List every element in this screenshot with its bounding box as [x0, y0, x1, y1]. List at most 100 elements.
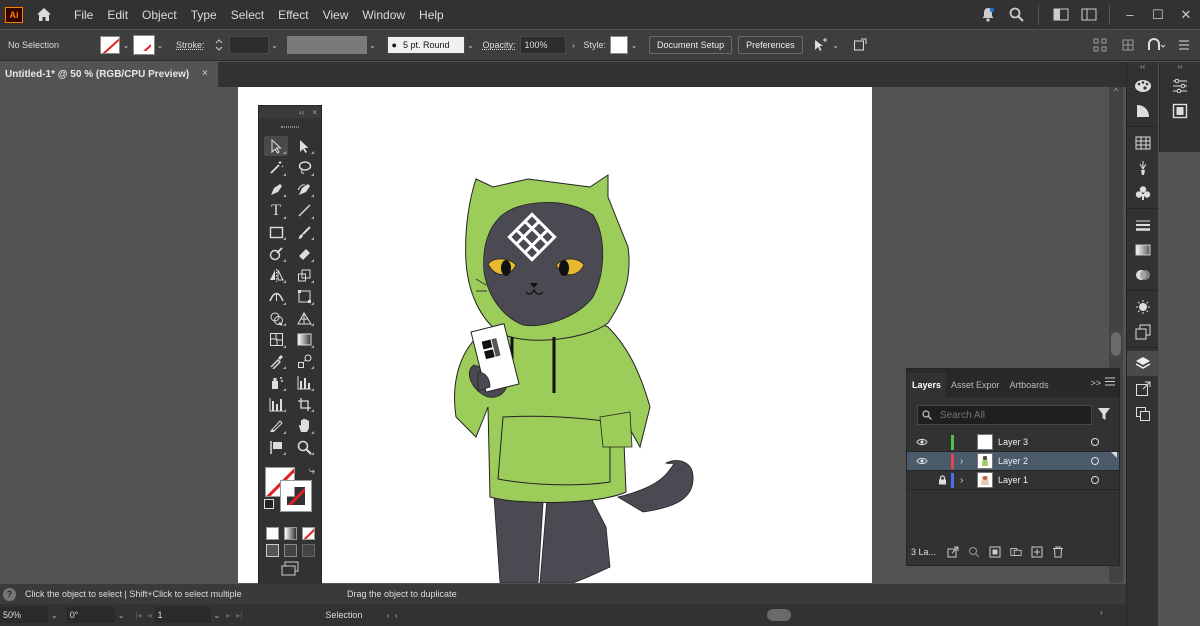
curvature-tool-icon[interactable]	[292, 179, 316, 199]
appearance-icon[interactable]	[1127, 294, 1159, 319]
direct-selection-tool-icon[interactable]	[292, 136, 316, 156]
layers-search[interactable]	[917, 405, 1092, 425]
chevron-down-icon[interactable]: ⌄	[154, 36, 166, 54]
chevron-down-icon[interactable]: ⌄	[367, 36, 379, 54]
notifications-icon[interactable]	[977, 4, 999, 26]
delete-layer-icon[interactable]	[1052, 546, 1064, 558]
graph-tool-icon[interactable]	[264, 394, 288, 414]
draw-normal-icon[interactable]	[265, 543, 279, 557]
default-fill-stroke-icon[interactable]	[264, 498, 274, 509]
menu-view[interactable]: View	[316, 8, 356, 22]
edit-artboards-icon[interactable]	[850, 36, 870, 54]
asset-export-icon[interactable]	[1127, 376, 1159, 401]
chevron-down-icon[interactable]: ⌄	[628, 36, 640, 54]
draw-inside-icon[interactable]	[301, 543, 315, 557]
chevron-right-icon[interactable]: ›	[386, 611, 389, 620]
puppet-warp-icon[interactable]	[1146, 36, 1166, 54]
filter-icon[interactable]	[1097, 407, 1111, 421]
symbol-sprayer-tool-icon[interactable]	[264, 373, 288, 393]
artboard[interactable]	[238, 87, 872, 584]
layer-name[interactable]: Layer 1	[998, 475, 1028, 485]
transparency-icon[interactable]	[1127, 262, 1159, 287]
collapse-dock-icon[interactable]: ‹‹	[1160, 62, 1200, 73]
menu-window[interactable]: Window	[355, 8, 412, 22]
color-palette-icon[interactable]	[1127, 73, 1159, 98]
minimize-button[interactable]: –	[1116, 4, 1144, 26]
layer-row-layer-1[interactable]: › Layer 1	[907, 471, 1119, 490]
swatches-icon[interactable]	[1127, 130, 1159, 155]
visibility-eye-icon[interactable]	[915, 457, 929, 465]
search-icon[interactable]	[1005, 4, 1027, 26]
panel-menu-icon[interactable]	[1174, 36, 1194, 54]
pen-tool-icon[interactable]	[264, 179, 288, 199]
first-artboard-icon[interactable]: |◂	[135, 611, 141, 620]
chevron-down-icon[interactable]: ⌄	[118, 611, 125, 620]
brush-definition[interactable]: ● 5 pt. Round	[386, 36, 465, 54]
panel-menu-icon[interactable]	[1105, 377, 1115, 389]
home-icon[interactable]	[35, 6, 53, 24]
draw-behind-icon[interactable]	[283, 543, 297, 557]
align-grid-icon[interactable]	[1118, 36, 1138, 54]
document-setup-button[interactable]: Document Setup	[649, 36, 733, 54]
scale-tool-icon[interactable]	[292, 265, 316, 285]
graphic-styles-icon[interactable]	[1127, 319, 1159, 344]
maximize-button[interactable]: ☐	[1144, 4, 1172, 26]
artboard-tool-icon[interactable]	[292, 394, 316, 414]
next-artboard-icon[interactable]: ▸	[226, 611, 230, 620]
free-transform-tool-icon[interactable]	[292, 287, 316, 307]
panel-grip[interactable]	[259, 118, 321, 136]
layers-search-input[interactable]	[940, 409, 1080, 421]
clipping-mask-icon[interactable]	[989, 546, 1001, 558]
chevron-down-icon[interactable]: ⌄	[269, 36, 281, 54]
properties-icon[interactable]	[1160, 73, 1200, 98]
close-window-button[interactable]: ✕	[1172, 4, 1200, 26]
gradient-mode-button[interactable]	[283, 526, 297, 540]
tab-asset-export[interactable]: Asset Expor	[946, 373, 1005, 397]
hand-tool-icon[interactable]	[292, 416, 316, 436]
stroke-color-box[interactable]	[280, 479, 312, 512]
help-icon[interactable]: ?	[3, 587, 16, 601]
previous-artboard-icon[interactable]: ◂	[148, 611, 152, 620]
layer-row-layer-2[interactable]: › Layer 2	[907, 452, 1119, 471]
print-tiling-tool-icon[interactable]	[264, 437, 288, 457]
shape-builder-tool-icon[interactable]	[264, 308, 288, 328]
brushes-icon[interactable]	[1127, 155, 1159, 180]
collapse-panel-icon[interactable]: ‹‹	[299, 108, 304, 117]
gradient-tool-icon[interactable]	[292, 330, 316, 350]
menu-type[interactable]: Type	[184, 8, 224, 22]
target-circle-icon[interactable]	[1091, 476, 1099, 484]
new-layer-icon[interactable]	[1031, 546, 1043, 558]
chevron-down-icon[interactable]: ⌄	[465, 36, 477, 54]
selection-tool-icon[interactable]	[264, 136, 288, 156]
stroke-swatch[interactable]	[133, 35, 155, 55]
horizontal-scroll-thumb[interactable]	[767, 609, 791, 621]
paintbrush-tool-icon[interactable]	[292, 222, 316, 242]
chevron-right-icon[interactable]: ›	[960, 456, 963, 467]
workspace-switcher-icon[interactable]	[1078, 4, 1100, 26]
menu-help[interactable]: Help	[412, 8, 451, 22]
width-tool-icon[interactable]	[264, 287, 288, 307]
menu-edit[interactable]: Edit	[100, 8, 135, 22]
chevron-right-icon[interactable]: ›	[1100, 608, 1103, 617]
shaper-tool-icon[interactable]	[264, 244, 288, 264]
mesh-tool-icon[interactable]	[264, 330, 288, 350]
line-segment-tool-icon[interactable]	[292, 201, 316, 221]
target-circle-icon[interactable]	[1091, 457, 1099, 465]
fill-stroke-widget[interactable]: ⤷	[259, 463, 321, 523]
last-artboard-icon[interactable]: ▸|	[236, 611, 242, 620]
rectangle-tool-icon[interactable]	[264, 222, 288, 242]
screen-mode-icon[interactable]	[259, 561, 321, 577]
artboard-number[interactable]: 1	[154, 607, 211, 623]
layers-panel-icon[interactable]	[1127, 351, 1159, 376]
none-mode-button[interactable]	[301, 526, 315, 540]
opacity-input[interactable]: 100%	[519, 36, 566, 54]
chevron-down-icon[interactable]: ⌄	[214, 611, 221, 620]
lock-icon[interactable]	[935, 475, 949, 485]
vertical-scroll-thumb[interactable]	[1111, 332, 1121, 356]
menu-effect[interactable]: Effect	[271, 8, 315, 22]
libraries-icon[interactable]	[1160, 98, 1200, 123]
artboards-panel-icon[interactable]	[1127, 401, 1159, 426]
chevron-up-icon[interactable]: ^	[1109, 87, 1123, 96]
fill-swatch[interactable]	[100, 36, 120, 54]
color-guide-icon[interactable]	[1127, 98, 1159, 123]
